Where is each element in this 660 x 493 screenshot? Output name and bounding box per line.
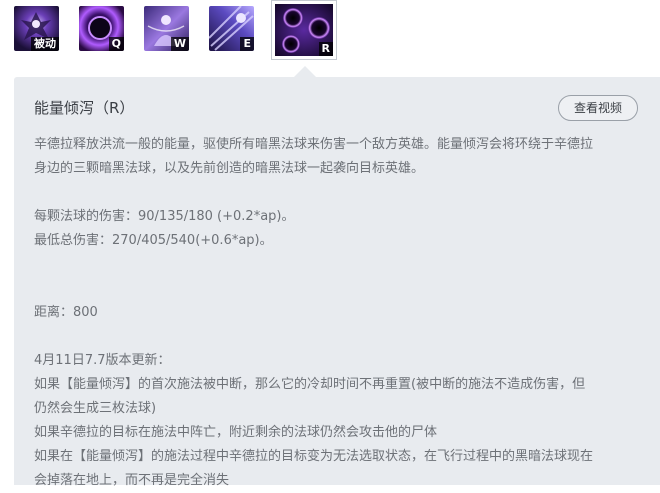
patch-note-line: 如果在【能量倾泻】的施法过程中辛德拉的目标变为无法选取状态，在飞行过程中的黑暗法… xyxy=(34,449,594,464)
skill-r[interactable]: R xyxy=(271,0,337,60)
skill-e[interactable]: E xyxy=(209,6,254,51)
skill-key-label: 被动 xyxy=(31,37,59,51)
panel-pointer xyxy=(294,66,316,77)
view-video-button[interactable]: 查看视频 xyxy=(558,95,638,121)
skill-bar: 被动 Q W E R xyxy=(0,0,660,64)
skill-key-label: Q xyxy=(108,37,124,51)
patch-note-line: 如果辛德拉的目标在施法中阵亡，附近剩余的法球仍然会攻击他的尸体 xyxy=(34,425,438,440)
skill-range: 距离：800 xyxy=(34,305,98,320)
damage-per-orb: 每颗法球的伤害：90/135/180 (+0.2*ap)。 xyxy=(34,209,295,224)
skill-key-label: R xyxy=(318,42,333,56)
description-line: 辛德拉释放洪流一般的能量，驱使所有暗黑法球来伤害一个敌方英雄。能量倾泻会将环绕于… xyxy=(34,137,594,152)
patch-note-line: 如果【能量倾泻】的首次施法被中断，那么它的冷却时间不再重置(被中断的施法不造成伤… xyxy=(34,377,586,392)
skill-description: 辛德拉释放洪流一般的能量，驱使所有暗黑法球来伤害一个敌方英雄。能量倾泻会将环绕于… xyxy=(34,133,644,493)
skill-r-art: R xyxy=(275,4,333,56)
min-total-damage: 最低总伤害：270/405/540(+0.6*ap)。 xyxy=(34,233,273,248)
skill-passive[interactable]: 被动 xyxy=(14,6,59,51)
skill-detail-panel: 能量倾泻（R） 查看视频 辛德拉释放洪流一般的能量，驱使所有暗黑法球来伤害一个敌… xyxy=(14,77,660,488)
skill-key-label: W xyxy=(170,37,189,51)
patch-title: 4月11日7.7版本更新： xyxy=(34,353,171,368)
skill-title: 能量倾泻（R） xyxy=(34,99,135,117)
skill-q[interactable]: Q xyxy=(79,6,124,51)
patch-note-line: 仍然会生成三枚法球) xyxy=(34,401,157,416)
skill-w[interactable]: W xyxy=(144,6,189,51)
patch-note-line: 会掉落在地上，而不再是完全消失 xyxy=(34,473,230,488)
description-line: 身边的三颗暗黑法球，以及先前创造的暗黑法球一起袭向目标英雄。 xyxy=(34,161,425,176)
skill-key-label: E xyxy=(240,37,254,51)
